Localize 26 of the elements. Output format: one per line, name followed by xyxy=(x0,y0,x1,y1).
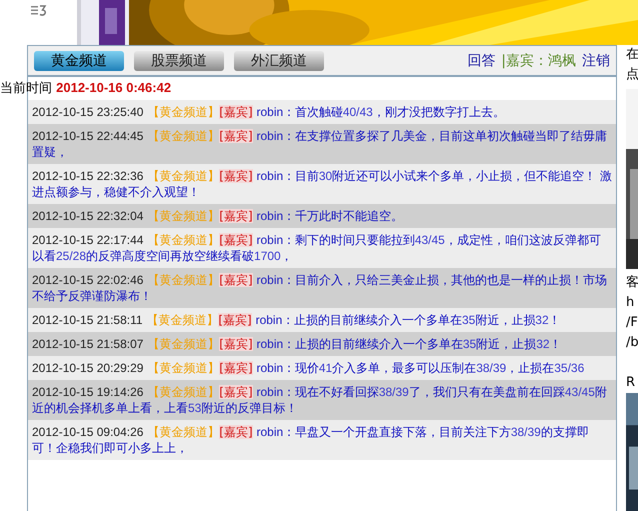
sidebar-text: 客 xyxy=(626,274,638,292)
sidebar-text: /b xyxy=(626,334,638,352)
answer-link[interactable]: 回答 xyxy=(467,52,496,70)
channel-tab[interactable]: 黄金频道 xyxy=(34,50,124,70)
clock-label: 当前时间 xyxy=(0,81,52,96)
clock-time: 2012-10-16 0:46:42 xyxy=(56,80,172,95)
channel-tab[interactable]: 外汇频道 xyxy=(234,50,324,70)
chat-message: 2012-10-15 23:25:40 【黄金频道】[嘉宾] robin : 首次触碰40/43，刚才没把数字打上去。 xyxy=(28,100,616,124)
channel-tab[interactable]: 股票频道 xyxy=(134,50,224,70)
chat-message: 2012-10-15 20:29:29 【黄金频道】[嘉宾] robin : 现价41介入多单，最多可以压制在38/39，止损在35/36 xyxy=(28,356,616,380)
sidebar-text: /F xyxy=(626,314,638,332)
guest-label: |嘉宾：鸿枫 xyxy=(501,52,576,70)
sidebar-text: 点 xyxy=(626,66,638,84)
chat-message: 2012-10-15 21:58:11 【黄金频道】[嘉宾] robin : 止损的目前继续介入一个多单在35附近，止损32！ xyxy=(28,308,616,332)
chat-message: 2012-10-15 22:02:46 【黄金频道】[嘉宾] robin : 目前介入，只给三美金止损，其他的也是一样的止损！市场不给予反弹谨防瀑布！ xyxy=(28,268,616,308)
chat-message: 2012-10-15 22:32:36 【黄金频道】[嘉宾] robin : 目前30附近还可以小试来个多单，小止损，但不能追空！ 激进点额参与，稳健不介入观望！ xyxy=(28,164,616,204)
chat-message: 2012-10-15 22:17:44 【黄金频道】[嘉宾] robin : 剩下的时间只要能拉到43/45，成定性，咱们这波反弹都可以看25/28的反弹高度空间再放空继续看破1700， xyxy=(28,228,616,268)
sidebar-text: h xyxy=(626,294,636,312)
chat-message: 2012-10-15 19:14:26 【黄金频道】[嘉宾] robin : 现在不好看回探38/39了，我们只有在美盘前在回踩43/45附近的机会择机多单上看，上看53附近的反弹目标！ xyxy=(28,380,616,420)
chat-message: 2012-10-15 22:32:04 【黄金频道】[嘉宾] robin : 千万此时不能追空。 xyxy=(28,204,616,228)
logo-icon xyxy=(30,4,46,16)
logout-link[interactable]: 注销 xyxy=(582,52,610,70)
chat-message: 2012-10-15 21:58:07 【黄金频道】[嘉宾] robin : 止损的目前继续介入一个多单在35附近，止损32！ xyxy=(28,332,616,356)
chat-message: 2012-10-15 22:44:45 【黄金频道】[嘉宾] robin : 在支撑位置多探了几美金，目前这单初次触碰当即了结毋庸置疑， xyxy=(28,124,616,164)
sidebar-text: R xyxy=(626,374,636,392)
chat-message: 2012-10-15 09:04:26 【黄金频道】[嘉宾] robin : 早盘又一个开盘直接下落，目前关注下方38/39的支撑即可！企稳我们即可小多上上， xyxy=(28,420,616,460)
